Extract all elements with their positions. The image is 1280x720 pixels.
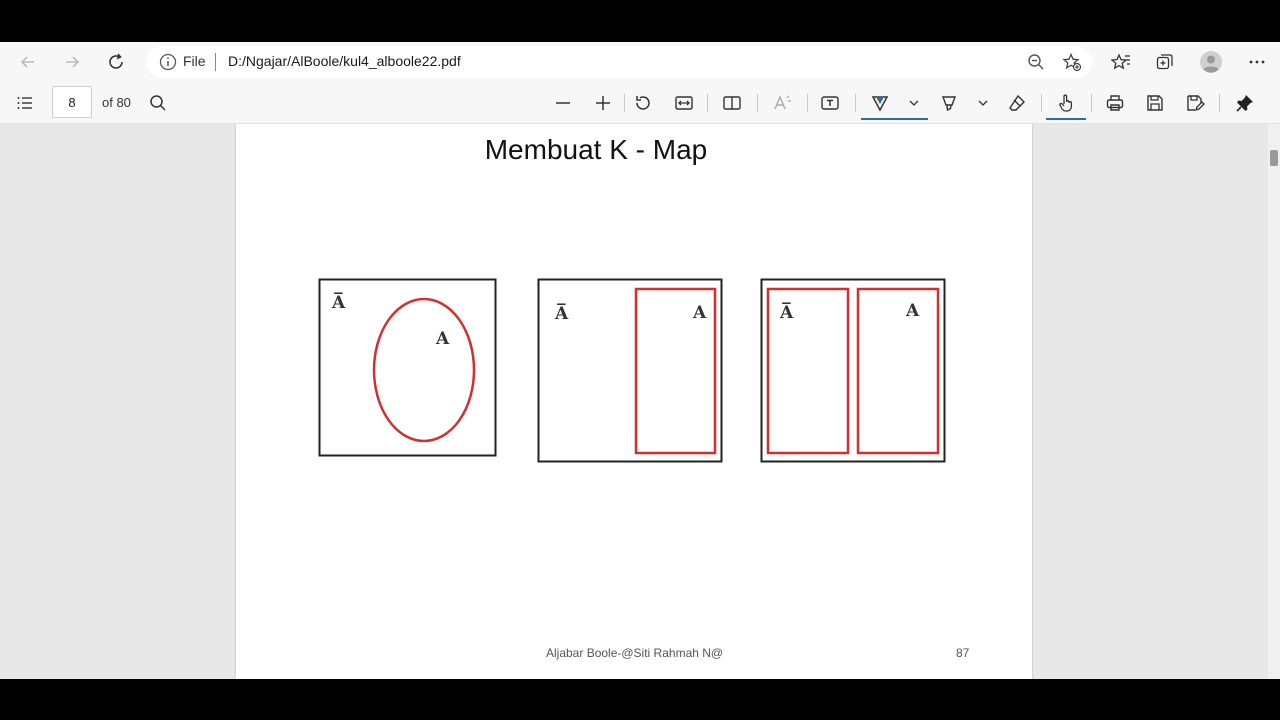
save-as-button[interactable] — [1181, 89, 1209, 117]
pdf-toolbar: 8 of 80 — [0, 82, 1280, 124]
zoom-out-button[interactable] — [549, 89, 577, 117]
touch-icon — [1059, 94, 1073, 112]
page-view-button[interactable] — [718, 89, 746, 117]
minus-icon — [556, 102, 570, 104]
collections-button[interactable] — [1151, 48, 1179, 76]
highlight-icon — [941, 96, 957, 112]
label-a-complement: A̅ — [331, 292, 346, 313]
save-as-icon — [1187, 95, 1205, 112]
save-icon — [1147, 95, 1163, 111]
fit-width-button[interactable] — [670, 89, 698, 117]
zoom-button[interactable] — [1022, 48, 1050, 76]
scrollbar-thumb[interactable] — [1270, 150, 1278, 166]
print-icon — [1106, 95, 1124, 111]
info-icon[interactable] — [158, 52, 178, 72]
toolbar-divider — [855, 94, 856, 112]
highlight-button[interactable] — [935, 89, 963, 117]
pin-toolbar-button[interactable] — [1231, 89, 1259, 117]
zoom-in-button[interactable] — [589, 89, 617, 117]
contents-button[interactable] — [11, 89, 39, 117]
highlight-options-dropdown[interactable] — [969, 89, 997, 117]
more-icon — [1249, 60, 1265, 64]
profile-button[interactable] — [1197, 48, 1225, 76]
back-arrow-icon — [20, 56, 34, 68]
url-box[interactable]: File D:/Ngajar/AlBoole/kul4_alboole22.pd… — [146, 46, 1092, 78]
draw-icon — [871, 96, 889, 112]
refresh-icon — [109, 53, 123, 69]
set-a-circle — [372, 297, 476, 443]
universe-box — [318, 278, 497, 457]
find-button[interactable] — [144, 89, 172, 117]
label-a: A — [692, 303, 707, 323]
refresh-button[interactable] — [96, 42, 136, 82]
toolbar-divider — [1041, 94, 1042, 112]
draw-active-indicator — [861, 118, 928, 120]
slide-page-number: 87 — [956, 646, 970, 660]
slide-footer: Aljabar Boole-@Siti Rahmah N@ — [546, 646, 724, 660]
chevron-down-icon — [978, 100, 988, 106]
forward-arrow-icon — [66, 56, 80, 68]
search-icon — [150, 95, 166, 111]
read-aloud-button[interactable] — [768, 89, 796, 117]
zoom-out-icon — [1028, 54, 1044, 70]
toolbar-divider — [757, 94, 758, 112]
url-divider — [215, 53, 216, 71]
text-box-icon — [821, 96, 839, 110]
favorite-add-icon — [1062, 52, 1082, 72]
collections-icon — [1156, 54, 1173, 70]
toolbar-divider — [1091, 94, 1092, 112]
add-favorite-button[interactable] — [1058, 48, 1086, 76]
favorites-button[interactable] — [1107, 48, 1135, 76]
read-aloud-icon — [774, 95, 791, 110]
venn-diagram: A̅ A — [318, 278, 497, 457]
save-button[interactable] — [1141, 89, 1169, 117]
label-a-complement: A̅ — [779, 302, 794, 323]
document-viewport[interactable]: Membuat K - Map A̅ A A̅ A A̅ A Aljabar B… — [0, 124, 1268, 679]
profile-icon — [1200, 51, 1222, 73]
screen: File D:/Ngajar/AlBoole/kul4_alboole22.pd… — [0, 0, 1280, 720]
toolbar-divider — [1219, 94, 1220, 112]
vertical-scrollbar[interactable] — [1268, 124, 1280, 679]
toolbar-divider — [624, 94, 625, 112]
back-button[interactable] — [8, 42, 48, 82]
draw-options-dropdown[interactable] — [900, 89, 928, 117]
pin-icon — [1236, 95, 1253, 112]
erase-button[interactable] — [1003, 89, 1031, 117]
print-button[interactable] — [1101, 89, 1129, 117]
label-a: A — [905, 301, 920, 321]
url-text[interactable]: D:/Ngajar/AlBoole/kul4_alboole22.pdf — [228, 53, 461, 69]
page-number-input[interactable]: 8 — [52, 86, 92, 118]
settings-more-button[interactable] — [1243, 48, 1271, 76]
slide-title: Membuat K - Map — [484, 134, 708, 165]
label-a-complement: A̅ — [554, 303, 569, 324]
add-text-button[interactable] — [816, 89, 844, 117]
favorites-icon — [1111, 53, 1130, 70]
pdf-page: Membuat K - Map A̅ A A̅ A A̅ A Aljabar B… — [236, 124, 1032, 679]
touch-mode-button[interactable] — [1052, 89, 1080, 117]
forward-button[interactable] — [52, 42, 92, 82]
toolbar-divider — [807, 94, 808, 112]
kmap-cells-diagram: A̅ A — [760, 278, 946, 463]
url-scheme-label: File — [183, 53, 206, 69]
draw-button[interactable] — [866, 89, 894, 117]
touch-active-indicator — [1046, 118, 1086, 120]
page-view-icon — [723, 96, 741, 110]
rotate-icon — [636, 96, 650, 110]
rotate-button[interactable] — [629, 89, 657, 117]
box-region-diagram: A̅ A — [537, 278, 723, 463]
page-total-label: of 80 — [102, 95, 131, 110]
toolbar-divider — [707, 94, 708, 112]
cell-a — [856, 287, 940, 455]
address-bar-row: File D:/Ngajar/AlBoole/kul4_alboole22.pd… — [0, 42, 1280, 82]
plus-icon — [596, 96, 610, 110]
fit-width-icon — [675, 96, 693, 110]
chevron-down-icon — [909, 100, 919, 106]
label-a: A — [435, 329, 450, 349]
contents-icon — [17, 97, 32, 109]
eraser-icon — [1009, 94, 1025, 111]
